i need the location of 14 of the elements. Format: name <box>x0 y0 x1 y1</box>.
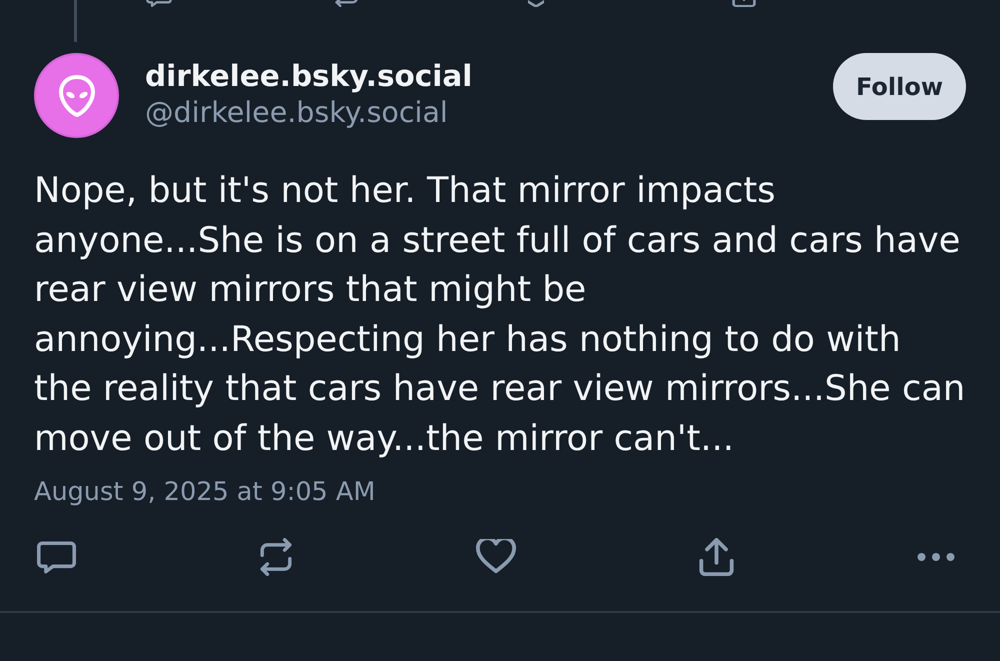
heart-icon[interactable] <box>528 0 544 7</box>
share-icon[interactable] <box>698 538 735 576</box>
more-options-icon[interactable] <box>917 552 955 562</box>
repost-arrows-icon[interactable] <box>334 0 359 7</box>
post-timestamp[interactable]: August 9, 2025 at 9:05 AM <box>34 473 966 512</box>
follow-button[interactable]: Follow <box>833 53 966 120</box>
speech-bubble-icon[interactable] <box>145 0 173 7</box>
tray-icon[interactable] <box>731 0 757 7</box>
user-handle[interactable]: @dirkelee.bsky.social <box>145 95 833 132</box>
post-text: Nope, but it's not her. That mirror impacts anyone...She is on a street full of cars and cars have rear view mirrors that might be annoying...Respecting her has nothing to do with the reality that cars have rear view mirrors...She can move out of the way...the mirror can't... <box>34 169 966 460</box>
thread-line <box>74 0 77 42</box>
repost-arrows-icon[interactable] <box>258 538 294 576</box>
heart-icon[interactable] <box>476 539 516 576</box>
display-name[interactable]: dirkelee.bsky.social <box>145 59 833 94</box>
